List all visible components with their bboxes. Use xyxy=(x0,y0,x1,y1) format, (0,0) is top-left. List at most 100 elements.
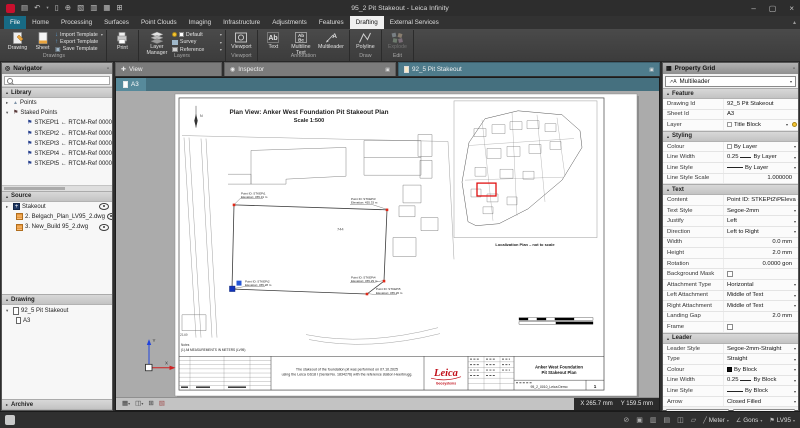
visibility-eye-icon[interactable] xyxy=(107,213,112,220)
save-template-button[interactable]: ▣ Save Template xyxy=(55,46,103,53)
annotation-stkept5[interactable]: Point ID: STKEPt5 Elevation: 455.26 m xyxy=(376,287,403,295)
stake-point[interactable] xyxy=(366,293,369,296)
frame-checkbox[interactable] xyxy=(727,324,733,330)
export-template-button[interactable]: ↑ Export Template xyxy=(55,38,103,45)
export-icon[interactable]: ⊞ xyxy=(116,0,122,16)
tree-item-belgach-dwg[interactable]: 2. Belgach_Plan_LV95_2.dwg xyxy=(2,212,112,222)
leica-logo-icon[interactable] xyxy=(6,4,15,13)
report-icon[interactable]: ▥ xyxy=(90,0,97,16)
multileader-button[interactable]: A Multileader xyxy=(316,30,346,51)
tree-item-stkept4[interactable]: ⚑ STKEPt4 ← RTCM-Ref 0000 (07/10/ xyxy=(2,149,112,159)
annotation-stkept2-selected[interactable]: Point ID: STKEPt2 Elevation: 455.28 m xyxy=(245,279,272,287)
tab-infrastructure[interactable]: Infrastructure xyxy=(217,16,266,29)
stake-point[interactable] xyxy=(386,209,389,212)
drawing-canvas[interactable]: N Plan View: Anker West Foundation Pit S… xyxy=(116,91,659,397)
snap-toggle-icon[interactable]: ⊘ xyxy=(623,416,629,424)
tree-item-stkept3[interactable]: ⚑ STKEPt3 ← RTCM-Ref 0000 (07/10/ xyxy=(2,139,112,149)
workspace-toggle-icon[interactable]: ▱ xyxy=(691,416,696,424)
close-button[interactable]: × xyxy=(789,4,794,13)
tab-sheet-a3[interactable]: A3 xyxy=(116,78,146,91)
tab-adjustments[interactable]: Adjustments xyxy=(266,16,313,29)
tab-inspector[interactable]: ◉ Inspector ▣ xyxy=(224,62,396,76)
tab-stakeout-drawing[interactable]: 92_5 Pit Stakeout ▣ xyxy=(398,62,660,76)
angle-unit-dropdown[interactable]: ∠ Gons▾ xyxy=(736,417,762,424)
navigator-pin-icon[interactable]: ▫ xyxy=(107,66,109,72)
annotation-stkept4[interactable]: Point ID: STKEPt4 Elevation: 455.29 m xyxy=(351,275,378,283)
tab-surfaces[interactable]: Surfaces xyxy=(98,16,135,29)
panels-toggle-icon[interactable]: ◫ xyxy=(677,416,684,424)
tab-file[interactable]: File xyxy=(4,16,26,29)
tree-item-stakeout[interactable]: ▸ + Stakeout xyxy=(2,202,112,212)
section-feature[interactable]: ▴Feature xyxy=(663,88,798,99)
close-tab-icon[interactable]: ▣ xyxy=(649,67,654,73)
section-text[interactable]: ▴Text xyxy=(663,184,798,195)
new-document-icon[interactable]: ▤ xyxy=(21,0,28,16)
section-drawing[interactable]: ▴ Drawing xyxy=(2,294,112,305)
section-leader[interactable]: ▴Leader xyxy=(663,333,798,344)
tab-drafting[interactable]: Drafting xyxy=(350,16,384,29)
tab-imaging[interactable]: Imaging xyxy=(183,16,217,29)
record-icon[interactable]: ▧ xyxy=(159,398,165,410)
tree-item-points[interactable]: ▸ ▲ Points xyxy=(2,98,112,108)
undo-icon[interactable]: ↶ xyxy=(34,0,40,16)
horizontal-scrollbar[interactable] xyxy=(2,185,112,191)
tree-item-newbuild-dwg[interactable]: 3. New_Build 95_2.dwg xyxy=(2,222,112,232)
selection-grip[interactable] xyxy=(237,281,242,286)
import-template-button[interactable]: ↓ Import Template ▾ xyxy=(55,31,103,38)
tab-view[interactable]: ✚ View xyxy=(115,62,222,76)
minimize-button[interactable]: – xyxy=(751,4,755,13)
tree-item-drawing-root[interactable]: ▾ 92_5 Pit Stakeout xyxy=(2,305,112,315)
property-grid-pin-icon[interactable]: ▫ xyxy=(793,66,795,72)
undo-dropdown-icon[interactable]: ▾ xyxy=(46,0,48,16)
layer-lightbulb-icon[interactable] xyxy=(792,122,797,127)
maximize-button[interactable]: ▢ xyxy=(769,4,777,13)
tree-item-stkept2[interactable]: ⚑ STKEPt2 ← RTCM-Ref 0000 (07/10/ xyxy=(2,129,112,139)
zoom-extents-icon[interactable]: ⊞ xyxy=(148,398,153,410)
annotation-stkept3[interactable]: Point ID: STKEPt3 Elevation: 455.33 m xyxy=(351,197,378,205)
polyline-button[interactable]: Polyline xyxy=(353,30,378,51)
view-style-icon[interactable]: ◫▾ xyxy=(135,398,143,410)
background-mask-checkbox[interactable] xyxy=(727,271,733,277)
layers-toggle-icon[interactable]: ▤ xyxy=(663,416,670,424)
visibility-eye-icon[interactable] xyxy=(99,224,109,231)
coordinate-system-dropdown[interactable]: ⚑ LV95▾ xyxy=(769,417,795,424)
selected-stake-point[interactable] xyxy=(230,286,236,291)
explode-button[interactable]: Explode xyxy=(385,30,410,51)
layer-visibility-icon[interactable]: ▦▾ xyxy=(122,398,130,410)
expander-icon[interactable]: ▸ xyxy=(6,100,11,106)
tab-point-clouds[interactable]: Point Clouds xyxy=(135,16,183,29)
layer-default-dropdown[interactable]: Default ▾ xyxy=(172,31,222,39)
grid-toggle-icon[interactable]: ▣ xyxy=(636,416,643,424)
section-archive[interactable]: ▸ Archive xyxy=(2,399,112,410)
viewport-button[interactable]: Viewport xyxy=(229,30,254,51)
section-library[interactable]: ▴ Library xyxy=(2,87,112,98)
tab-external-services[interactable]: External Services xyxy=(384,16,445,29)
expander-icon[interactable]: ▾ xyxy=(6,110,11,116)
settings-icon[interactable]: ⊕ xyxy=(65,0,71,16)
close-tab-icon[interactable]: ▣ xyxy=(385,67,390,73)
image-icon[interactable]: ▦ xyxy=(103,0,110,16)
stake-point[interactable] xyxy=(383,280,386,283)
entity-type-selector[interactable]: ↗A Multileader ▾ xyxy=(665,76,796,87)
sheet-button[interactable]: Sheet xyxy=(30,30,55,52)
survey-layer-button[interactable]: Survey ▾ xyxy=(172,39,222,47)
tab-features[interactable]: Features xyxy=(313,16,350,29)
search-input[interactable] xyxy=(4,76,110,85)
stake-point[interactable] xyxy=(233,204,236,207)
snapshot-icon[interactable]: ▧ xyxy=(77,0,84,16)
drawing-button[interactable]: Drawing xyxy=(5,30,30,52)
distance-unit-dropdown[interactable]: ╱ Meter▾ xyxy=(703,417,729,424)
delete-icon[interactable]: ▯ xyxy=(55,0,59,16)
tree-item-stkept5[interactable]: ⚑ STKEPt5 ← RTCM-Ref 0000 (07/10/ xyxy=(2,159,112,169)
section-styling[interactable]: ▴Styling xyxy=(663,131,798,142)
text-button[interactable]: Ab Text xyxy=(261,30,286,51)
expander-icon[interactable]: ▸ xyxy=(6,204,11,210)
section-source[interactable]: ▴ Source xyxy=(2,191,112,202)
annotation-stkept1[interactable]: Point ID: STKEPt1 Elevation: 455.31 m xyxy=(241,191,268,199)
tab-processing[interactable]: Processing xyxy=(55,16,98,29)
tree-item-staked-points[interactable]: ▾ ⚑ Staked Points xyxy=(2,108,112,118)
expander-icon[interactable]: ▾ xyxy=(6,308,11,314)
visibility-eye-icon[interactable] xyxy=(99,203,109,210)
ortho-toggle-icon[interactable]: ▥ xyxy=(650,416,657,424)
status-panel-icon[interactable] xyxy=(5,415,15,425)
